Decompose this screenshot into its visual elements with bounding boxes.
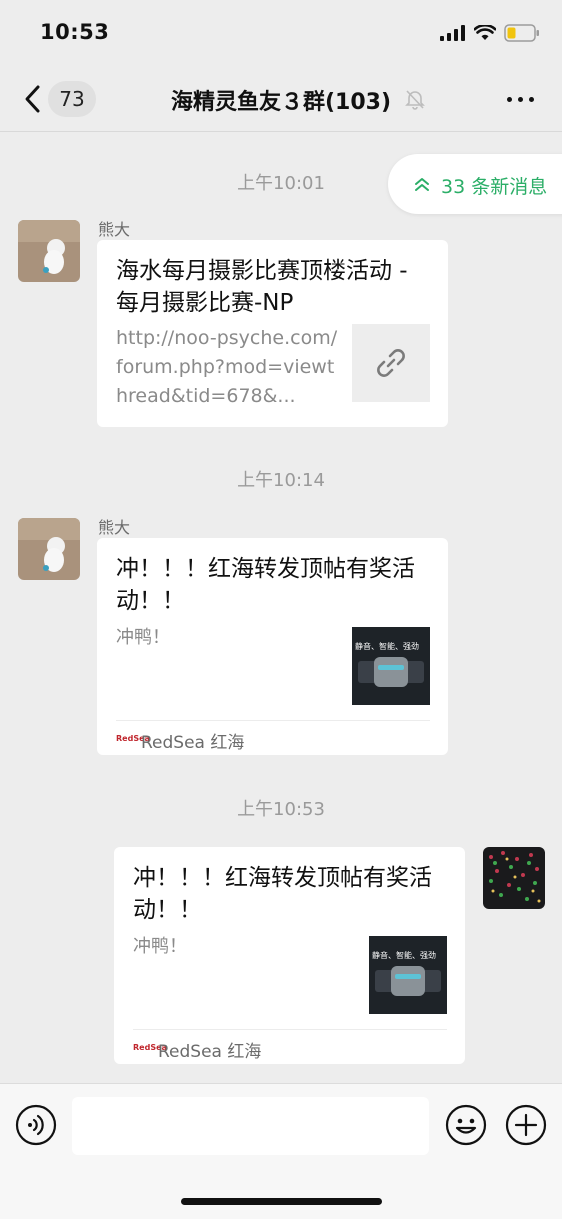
voice-input-icon[interactable]	[15, 1104, 57, 1146]
my-avatar[interactable]	[483, 847, 545, 909]
card-url: http://noo-psyche.com/forum.php?mod=view…	[116, 327, 338, 407]
avatar[interactable]	[18, 220, 80, 282]
emoji-icon[interactable]	[445, 1104, 487, 1146]
card-description: 冲鸭！	[133, 936, 187, 957]
timestamp: 上午10:53	[237, 799, 325, 820]
mute-bell-icon	[405, 90, 425, 110]
card-title: 海水每月摄影比赛顶楼活动 - 每月摄影比赛-NP	[116, 258, 408, 316]
new-messages-label: 33 条新消息	[441, 176, 548, 198]
card-description: 冲鸭！	[116, 627, 170, 648]
source-name: RedSea 红海	[141, 733, 245, 753]
card-divider	[133, 1029, 447, 1030]
link-icon	[352, 324, 430, 402]
article-thumbnail: 静音、智能、强劲	[369, 936, 447, 1014]
plus-icon[interactable]	[505, 1104, 547, 1146]
battery-icon	[504, 24, 539, 42]
message-input[interactable]	[72, 1097, 429, 1155]
chat-title: 海精灵鱼友３群(103)	[170, 90, 392, 115]
card-title: 冲！！！红海转发顶帖有奖活动！！	[133, 865, 432, 923]
article-thumbnail: 静音、智能、强劲	[352, 627, 430, 705]
thumbnail-caption: 静音、智能、强劲	[355, 642, 419, 651]
unread-count-badge[interactable]: 73	[48, 81, 96, 117]
status-icons	[440, 24, 540, 42]
home-indicator	[181, 1198, 382, 1205]
timestamp: 上午10:01	[237, 173, 325, 194]
thumbnail-caption: 静音、智能、强劲	[372, 951, 436, 960]
double-chevron-up-icon	[415, 178, 429, 191]
card-divider	[116, 720, 430, 721]
more-options-icon[interactable]	[507, 97, 534, 102]
back-chevron-icon[interactable]	[22, 84, 44, 114]
sender-name: 熊大	[98, 518, 131, 537]
nav-divider	[0, 131, 562, 132]
cellular-signal-icon	[440, 25, 465, 41]
wifi-icon	[474, 25, 496, 40]
sender-name: 熊大	[98, 220, 131, 239]
card-title: 冲！！！红海转发顶帖有奖活动！！	[116, 556, 415, 614]
status-time: 10:53	[40, 20, 110, 44]
timestamp: 上午10:14	[237, 470, 325, 491]
avatar[interactable]	[18, 518, 80, 580]
source-name: RedSea 红海	[158, 1042, 262, 1062]
